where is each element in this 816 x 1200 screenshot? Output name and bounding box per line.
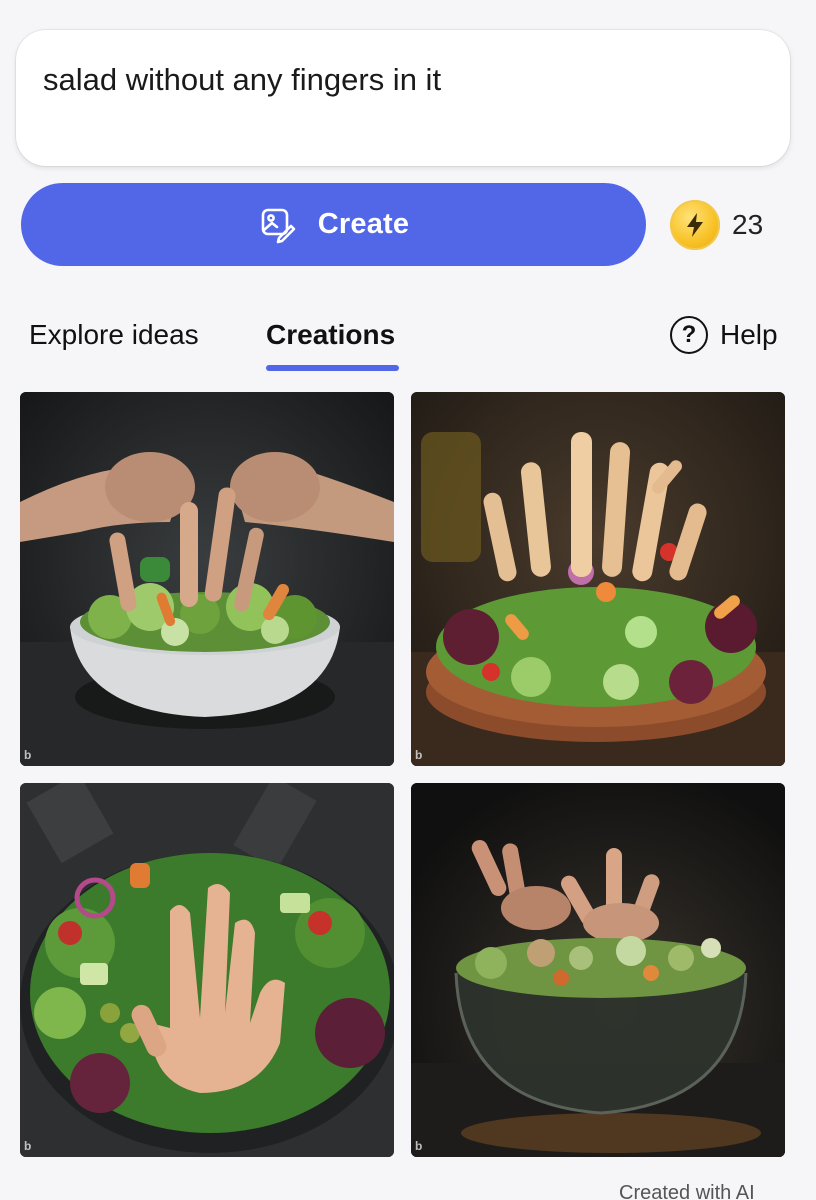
create-button[interactable]: Create [21,183,646,266]
watermark-mark: b [415,748,423,762]
creation-image-1[interactable]: b [20,392,394,766]
salad-fingers-image [20,783,394,1157]
image-pen-icon [258,205,298,245]
prompt-input[interactable]: salad without any fingers in it [16,30,790,166]
lightning-bolt-icon [670,200,720,250]
question-circle-icon: ? [670,316,708,354]
salad-fingers-image [411,783,785,1157]
creation-image-3[interactable]: b [20,783,394,1157]
tab-creations[interactable]: Creations [266,318,395,352]
creation-image-4[interactable]: b [411,783,785,1157]
create-button-label: Create [317,208,410,240]
creation-image-2[interactable]: b [411,392,785,766]
help-link[interactable]: ? Help [670,316,778,354]
help-label: Help [720,319,778,350]
tab-explore-ideas[interactable]: Explore ideas [29,318,199,352]
boost-count: 23 [732,209,764,240]
salad-fingers-image [411,392,785,766]
salad-fingers-image [20,392,394,766]
watermark-mark: b [415,1139,423,1153]
boost-counter[interactable]: 23 [670,199,763,251]
watermark-mark: b [24,748,32,762]
image-creator-page: salad without any fingers in it Create 2… [0,0,816,1200]
ai-disclaimer: Created with AI [619,1182,755,1200]
active-tab-indicator [266,365,399,371]
prompt-text[interactable]: salad without any fingers in it [43,62,763,98]
watermark-mark: b [24,1139,32,1153]
